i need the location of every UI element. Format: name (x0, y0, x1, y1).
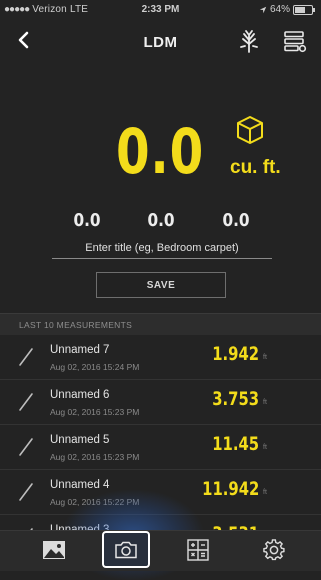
measurement-name: Unnamed 6 (50, 389, 110, 401)
measurement-row[interactable]: Unnamed 5 Aug 02, 2016 15:23 PM 11.45 ft (0, 425, 321, 470)
main-measurement-value: 0.0 (115, 115, 205, 188)
tab-gallery[interactable] (40, 537, 68, 563)
status-right: 64% (259, 4, 315, 15)
measurement-date: Aug 02, 2016 15:24 PM (50, 362, 140, 372)
line-measure-icon (19, 483, 33, 501)
tab-bar (0, 530, 321, 571)
measurement-value: 11.942 (201, 478, 259, 500)
dimension-width[interactable]: 0.0 (140, 210, 183, 231)
volume-unit[interactable]: cu. ft. (230, 157, 281, 179)
nav-bar: LDM (0, 20, 321, 64)
measurement-unit: ft (263, 444, 267, 451)
measurement-unit: ft (263, 489, 267, 496)
tab-camera[interactable] (102, 531, 150, 568)
page-title: LDM (143, 34, 178, 51)
status-bar: ●●●●● Verizon LTE 2:33 PM 64% (0, 0, 321, 20)
measurement-date: Aug 02, 2016 15:23 PM (50, 452, 140, 462)
measurement-value: 11.45 (212, 433, 259, 455)
battery-percent: 64% (269, 4, 290, 15)
image-icon (43, 541, 65, 559)
measurement-name: Unnamed 5 (50, 434, 110, 446)
title-input[interactable] (52, 238, 272, 259)
line-measure-icon (19, 393, 33, 411)
measurement-name: Unnamed 4 (50, 479, 110, 491)
location-arrow-icon (259, 6, 267, 13)
history-section-header: LAST 10 MEASUREMENTS (0, 313, 321, 336)
camera-icon (115, 541, 137, 558)
battery-fill (295, 6, 306, 13)
dimension-length[interactable]: 0.0 (66, 210, 109, 231)
measurement-date: Aug 02, 2016 15:22 PM (50, 497, 140, 507)
measurement-date: Aug 02, 2016 15:23 PM (50, 407, 140, 417)
line-measure-icon (19, 438, 33, 456)
calculator-icon (187, 539, 209, 561)
measurement-value: 1.942 (212, 343, 259, 365)
battery-icon (293, 4, 315, 15)
measurement-unit: ft (263, 399, 267, 406)
laser-tree-icon[interactable] (236, 28, 262, 54)
device-list-icon[interactable] (283, 29, 307, 53)
measurement-row[interactable]: Unnamed 4 Aug 02, 2016 15:22 PM 11.942 ft (0, 470, 321, 515)
tab-settings[interactable] (260, 537, 288, 563)
cube-icon[interactable] (236, 115, 264, 145)
tab-calculator[interactable] (184, 537, 212, 563)
dimension-values: 0.0 0.0 0.0 (0, 210, 321, 231)
gear-icon (263, 539, 285, 561)
dimension-height[interactable]: 0.0 (215, 210, 258, 231)
measurement-name: Unnamed 7 (50, 344, 110, 356)
measurement-unit: ft (263, 354, 267, 361)
measurement-row[interactable]: Unnamed 6 Aug 02, 2016 15:23 PM 3.753 ft (0, 380, 321, 425)
measurement-value: 3.753 (212, 388, 259, 410)
line-measure-icon (19, 348, 33, 366)
history-header-label: LAST 10 MEASUREMENTS (19, 320, 133, 330)
measurement-row[interactable]: Unnamed 7 Aug 02, 2016 15:24 PM 1.942 ft (0, 335, 321, 380)
save-button[interactable]: SAVE (96, 272, 226, 298)
measurement-list[interactable]: Unnamed 7 Aug 02, 2016 15:24 PM 1.942 ft Unn… (0, 335, 321, 535)
